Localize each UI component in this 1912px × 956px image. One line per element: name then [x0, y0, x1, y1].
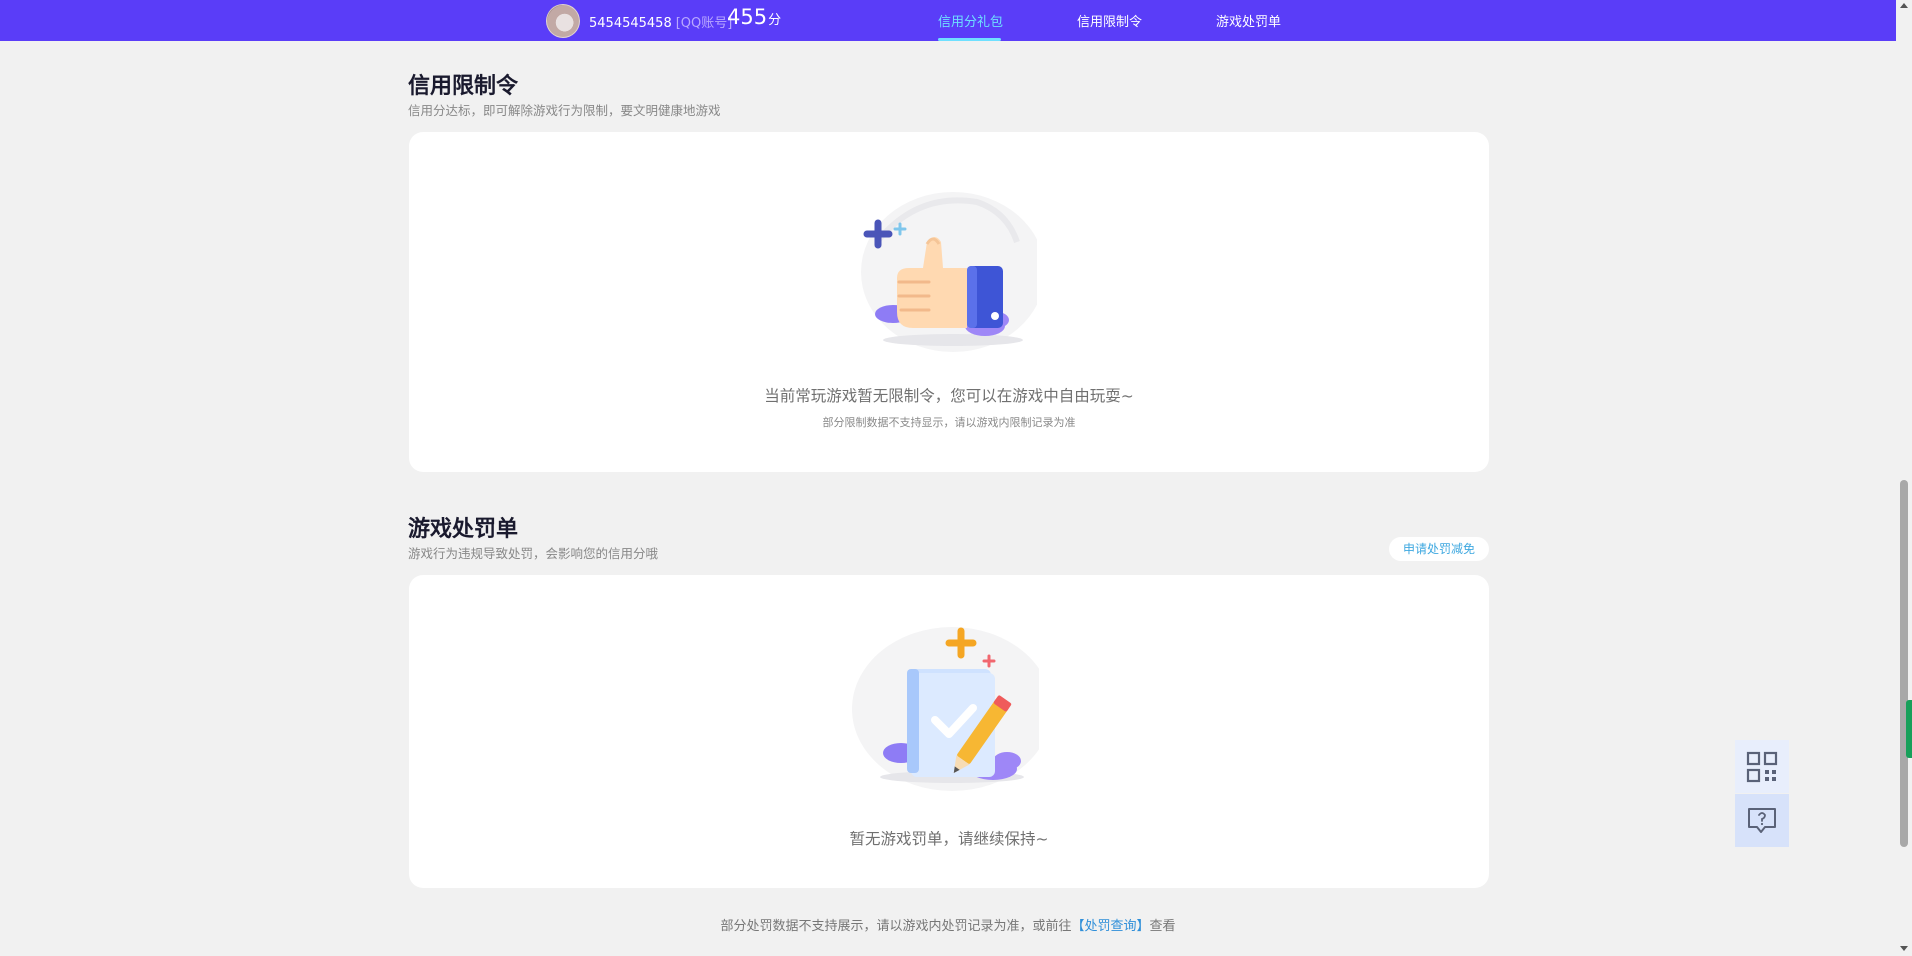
side-indicator	[1906, 700, 1912, 758]
tab-credit-restriction[interactable]: 信用限制令	[1077, 11, 1142, 30]
restriction-empty-message: 当前常玩游戏暂无限制令，您可以在游戏中自由玩耍~	[764, 387, 1134, 405]
account-id: 5454545458	[589, 16, 672, 31]
penalty-subtitle: 游戏行为违规导致处罚，会影响您的信用分哦	[408, 546, 659, 561]
score-unit: 分	[768, 13, 782, 28]
penalty-title: 游戏处罚单	[408, 517, 519, 542]
note-suffix: 查看	[1149, 919, 1176, 934]
restriction-card: 当前常玩游戏暂无限制令，您可以在游戏中自由玩耍~ 部分限制数据不支持显示，请以游…	[409, 132, 1489, 472]
penalty-card: 暂无游戏罚单，请继续保持~	[409, 575, 1489, 888]
checklist-pencil-icon	[852, 627, 1039, 791]
penalty-query-link[interactable]: 【处罚查询】	[1071, 919, 1149, 934]
scroll-up-arrow-icon[interactable]	[1900, 3, 1908, 8]
help-chat-icon	[1748, 807, 1776, 833]
account-info: 5454545458 [QQ账号]	[589, 12, 732, 31]
qr-code-icon	[1746, 751, 1778, 782]
active-tab-indicator	[938, 38, 1001, 41]
top-bar: 5454545458 [QQ账号] 455分 信用分礼包 信用限制令 游戏处罚单	[0, 0, 1896, 41]
score-value: 455	[727, 5, 768, 29]
penalty-empty-message: 暂无游戏罚单，请继续保持~	[849, 830, 1049, 848]
restriction-empty-note: 部分限制数据不支持显示，请以游戏内限制记录为准	[822, 416, 1076, 429]
avatar[interactable]	[546, 4, 580, 38]
restriction-title: 信用限制令	[408, 74, 519, 99]
scroll-down-arrow-icon[interactable]	[1900, 946, 1908, 951]
scrollbar-thumb[interactable]	[1900, 480, 1908, 847]
restriction-subtitle: 信用分达标，即可解除游戏行为限制，要文明健康地游戏	[408, 103, 721, 118]
credit-score: 455分	[727, 5, 781, 29]
account-type: [QQ账号]	[675, 16, 733, 31]
apply-penalty-reduction-button[interactable]: 申请处罚减免	[1389, 537, 1489, 561]
penalty-data-note: 部分处罚数据不支持展示，请以游戏内处罚记录为准，或前往【处罚查询】查看	[0, 915, 1896, 934]
thumbs-up-icon	[861, 192, 1037, 352]
note-prefix: 部分处罚数据不支持展示，请以游戏内处罚记录为准，或前往	[720, 919, 1072, 934]
tab-credit-gift[interactable]: 信用分礼包	[938, 11, 1003, 30]
help-feedback-button[interactable]	[1735, 794, 1789, 847]
tab-game-penalty[interactable]: 游戏处罚单	[1216, 11, 1281, 30]
qr-code-button[interactable]	[1735, 740, 1789, 793]
